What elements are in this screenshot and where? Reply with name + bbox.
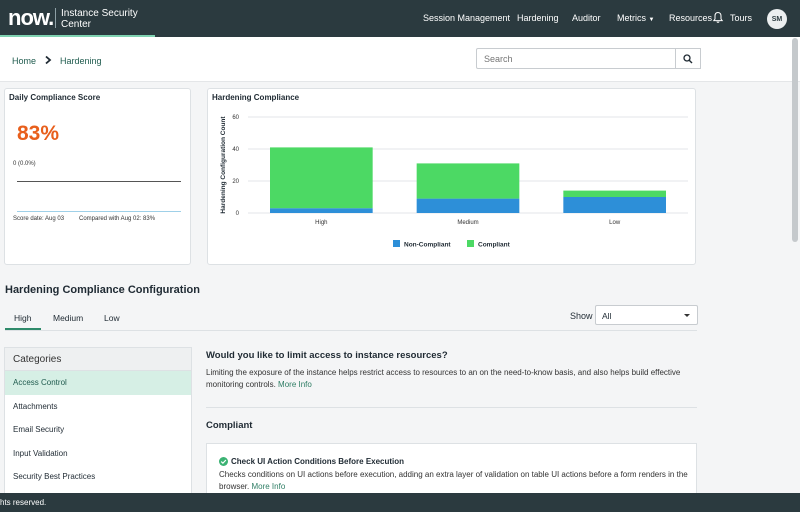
nav-metrics-label: Metrics [617, 13, 646, 23]
legend-swatch-compliant [467, 240, 474, 247]
tab-medium[interactable]: Medium [53, 313, 83, 323]
breadcrumb-bar: Home Hardening [0, 37, 800, 82]
app-title: Instance Security Center [61, 8, 138, 30]
daily-compliance-card: Daily Compliance Score 83% 0 (0.0%) Scor… [4, 88, 191, 265]
avatar[interactable]: SM [767, 9, 787, 29]
tab-high[interactable]: High [14, 313, 31, 323]
categories-header: Categories [5, 348, 191, 371]
config-section-title: Hardening Compliance Configuration [5, 284, 200, 296]
compliant-heading: Compliant [206, 420, 253, 431]
bar-compliant-low [563, 190, 666, 197]
nav-metrics[interactable]: Metrics ▼ [617, 13, 654, 23]
content-divider [206, 407, 697, 408]
category-access-control[interactable]: Access Control [5, 371, 191, 395]
legend-swatch-non-compliant [393, 240, 400, 247]
category-email-security[interactable]: Email Security [5, 418, 191, 442]
bar-non-compliant-low [563, 197, 666, 213]
show-select[interactable]: All [595, 305, 698, 325]
hardening-compliance-card: Hardening Compliance 0 20 40 60 Hardening Co… [207, 88, 696, 265]
search-icon [683, 53, 693, 63]
scrollbar[interactable] [792, 38, 798, 242]
bar-non-compliant-high [270, 208, 373, 213]
nav-hardening[interactable]: Hardening [517, 13, 559, 23]
compliance-score: 83% [17, 122, 60, 145]
x-tick-label: Medium [457, 220, 478, 226]
footer: hts reserved. [0, 493, 800, 512]
bar-compliant-medium [416, 163, 520, 199]
chevron-right-icon [45, 55, 52, 65]
bell-icon[interactable] [712, 11, 724, 24]
y-tick-label: 20 [232, 179, 239, 185]
breadcrumb-current[interactable]: Hardening [60, 56, 102, 66]
legend-label-compliant: Compliant [478, 242, 511, 249]
x-tick-label: Low [609, 220, 621, 226]
nav-resources[interactable]: Resources [669, 13, 712, 23]
y-tick-label: 0 [236, 211, 240, 217]
question-heading: Would you like to limit access to instan… [206, 350, 448, 361]
tabs-divider [5, 330, 697, 331]
logo[interactable]: now. [8, 6, 54, 30]
nav-session-management[interactable]: Session Management [423, 13, 510, 23]
nav-tours[interactable]: Tours [730, 13, 752, 23]
sparkline [17, 181, 181, 182]
bar-non-compliant-medium [416, 198, 520, 213]
caret-down-icon [684, 314, 690, 317]
hardening-compliance-chart: 0 20 40 60 Hardening Configuration Count High… [220, 115, 688, 249]
chevron-down-icon: ▼ [648, 17, 655, 23]
x-tick-label: High [315, 220, 327, 226]
check-circle-icon [219, 457, 228, 466]
y-axis-label: Hardening Configuration Count [220, 116, 227, 214]
category-attachments[interactable]: Attachments [5, 395, 191, 419]
category-input-validation[interactable]: Input Validation [5, 442, 191, 466]
tab-low[interactable]: Low [104, 313, 120, 323]
question-description: Limiting the exposure of the instance he… [206, 367, 696, 391]
show-label: Show [570, 311, 593, 321]
sparkline-baseline [17, 211, 181, 212]
item-more-info-link[interactable]: More Info [251, 482, 285, 491]
top-nav: now. Instance Security Center Session Ma… [0, 0, 800, 37]
y-tick-label: 40 [232, 147, 239, 153]
y-tick-label: 60 [232, 115, 239, 121]
search-input[interactable] [476, 48, 676, 69]
legend-label-non-compliant: Non-Compliant [404, 242, 451, 249]
categories-panel: Categories Access Control Attachments Em… [4, 347, 192, 507]
item-description: Checks conditions on UI actions before e… [219, 469, 689, 493]
score-compared: Compared with Aug 02: 83% [79, 216, 156, 222]
item-title: Check UI Action Conditions Before Execut… [231, 457, 405, 466]
more-info-link[interactable]: More Info [278, 380, 312, 389]
show-select-value: All [602, 311, 612, 321]
score-card-title: Daily Compliance Score [9, 93, 101, 102]
breadcrumb-home[interactable]: Home [12, 56, 36, 66]
bar-compliant-high [270, 147, 373, 209]
score-change: 0 (0.0%) [13, 161, 36, 167]
footer-text: hts reserved. [0, 498, 47, 507]
item-description-text: Checks conditions on UI actions before e… [219, 470, 688, 491]
nav-auditor[interactable]: Auditor [572, 13, 601, 23]
category-security-best-practices[interactable]: Security Best Practices [5, 465, 191, 489]
logo-divider [55, 8, 56, 28]
score-date: Score date: Aug 03 [13, 216, 65, 222]
search-button[interactable] [676, 48, 701, 69]
